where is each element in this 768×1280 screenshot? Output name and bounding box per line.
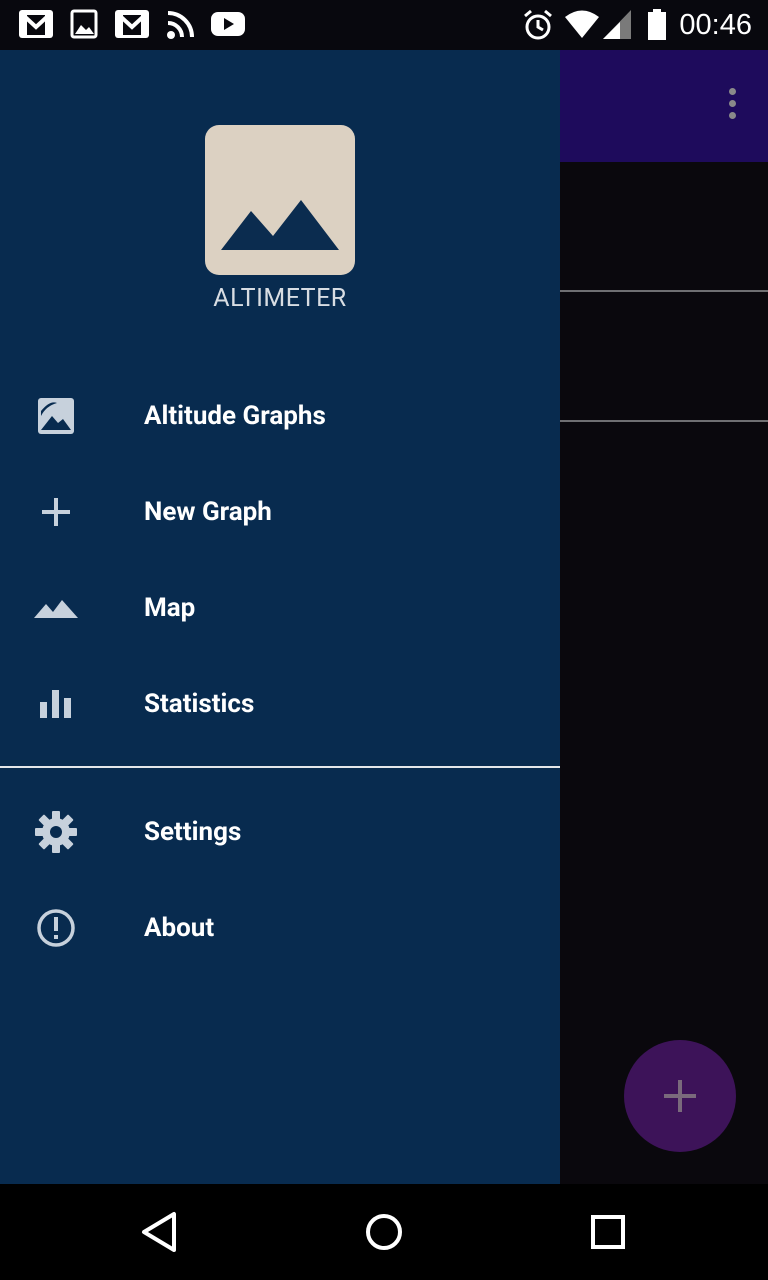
- nav-item-about[interactable]: About: [0, 880, 560, 976]
- home-icon: [366, 1214, 402, 1250]
- gmail-icon: [18, 8, 54, 44]
- system-navigation-bar: [0, 1184, 768, 1280]
- mountain-icon: [32, 584, 80, 632]
- mountain-logo-icon: [221, 200, 339, 250]
- youtube-icon: [210, 8, 246, 44]
- back-icon: [142, 1212, 176, 1252]
- app-name: ALTIMETER: [213, 284, 347, 313]
- nav-item-statistics[interactable]: Statistics: [0, 656, 560, 752]
- nav-label: Altitude Graphs: [144, 401, 326, 431]
- home-button[interactable]: [360, 1208, 408, 1256]
- list-divider: [560, 290, 768, 292]
- battery-icon: [646, 8, 668, 46]
- nav-item-map[interactable]: Map: [0, 560, 560, 656]
- nav-label: About: [144, 913, 215, 943]
- app-logo: [205, 125, 355, 275]
- wifi-icon: [564, 8, 600, 44]
- image-icon: [32, 392, 80, 440]
- status-time: 00:46: [679, 9, 752, 41]
- plus-icon: [664, 1080, 696, 1112]
- status-bar: 00:46: [0, 0, 768, 50]
- nav-label: New Graph: [144, 497, 272, 527]
- screen: 00:46 ALTIMETER Altitude Graphs New Grap…: [0, 0, 768, 1280]
- signal-icon: [602, 8, 632, 44]
- nav-item-new-graph[interactable]: New Graph: [0, 464, 560, 560]
- info-icon: [32, 904, 80, 952]
- gear-icon: [32, 808, 80, 856]
- rss-icon: [166, 8, 196, 44]
- image-icon: [70, 8, 98, 44]
- back-button[interactable]: [136, 1208, 184, 1256]
- drawer-divider: [0, 766, 560, 768]
- alarm-icon: [522, 8, 554, 46]
- nav-label: Settings: [144, 817, 242, 847]
- bar-chart-icon: [32, 680, 80, 728]
- nav-item-settings[interactable]: Settings: [0, 784, 560, 880]
- plus-icon: [32, 488, 80, 536]
- recents-icon: [591, 1215, 625, 1249]
- list-divider: [560, 420, 768, 422]
- recents-button[interactable]: [584, 1208, 632, 1256]
- navigation-drawer: ALTIMETER Altitude Graphs New Graph Map …: [0, 50, 560, 1184]
- nav-item-altitude-graphs[interactable]: Altitude Graphs: [0, 368, 560, 464]
- nav-label: Map: [144, 593, 196, 623]
- nav-label: Statistics: [144, 689, 255, 719]
- overflow-menu-icon[interactable]: [726, 88, 738, 124]
- gmail-icon: [114, 8, 150, 44]
- add-graph-fab[interactable]: [624, 1040, 736, 1152]
